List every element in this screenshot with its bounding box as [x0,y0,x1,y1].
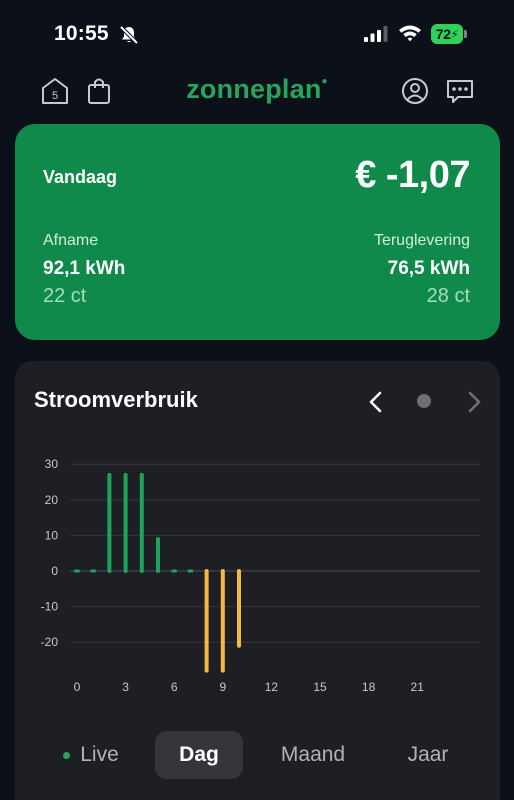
logo-dot-icon: ● [321,76,328,87]
summary-amount: € -1,07 [355,154,470,196]
y-tick-label: -10 [41,600,59,614]
consumption-value: 92,1 kWh [43,258,126,279]
tab-month-label: Maand [280,743,346,766]
app-logo: zonneplan● [0,74,514,105]
feedin-price: 28 ct [426,285,470,307]
bell-muted-icon [119,25,139,45]
x-tick-label: 9 [219,680,226,694]
y-tick-label: 20 [45,493,59,507]
usage-bar-chart: 30 20 10 0 -10 -20 0 3 6 9 12 15 18 21 [41,457,480,694]
profile-icon[interactable] [400,76,430,106]
x-tick-label: 21 [411,680,425,694]
status-time: 10:55 [54,22,109,45]
y-tick-label: 0 [51,564,58,578]
feedin-value: 76,5 kWh [387,258,470,279]
power-usage-card: Stroomverbruik 30 20 10 0 -10 -20 0 3 6 9 12 15 18 21… [15,361,500,800]
period-tabs: Live Dag Maand Jaar [15,731,500,779]
x-tick-label: 0 [74,680,81,694]
y-tick-label: 30 [45,457,59,471]
x-tick-label: 6 [171,680,178,694]
y-tick-label: -20 [41,635,59,649]
live-dot-icon [63,751,71,759]
tab-month[interactable]: Maand [263,731,363,779]
summary-title: Vandaag [43,167,118,187]
consumption-price: 22 ct [43,285,87,307]
battery-level: 72 [435,26,451,42]
status-bar: 10:55 72 ⚡ [0,0,514,66]
today-summary-card[interactable]: Vandaag € -1,07 Afname 92,1 kWh 22 ct Te… [15,124,500,340]
consumption-label: Afname [43,232,99,249]
x-tick-label: 18 [362,680,376,694]
tab-year-label: Jaar [407,743,449,766]
tab-year[interactable]: Jaar [385,731,471,779]
wifi-icon [399,25,421,42]
tab-live[interactable]: Live [53,731,129,779]
tab-day[interactable]: Dag [155,731,243,779]
charging-bolt-icon: ⚡ [450,28,459,41]
x-tick-label: 3 [122,680,129,694]
battery-indicator: 72 ⚡ [431,24,467,44]
x-tick-label: 12 [265,680,279,694]
cellular-signal-icon [364,26,388,42]
tab-day-label: Dag [179,743,219,766]
y-tick-label: 10 [45,528,59,542]
feedin-label: Teruglevering [373,232,470,249]
logo-text: zonneplan [186,74,322,104]
tab-live-label: Live [80,743,119,766]
chat-icon[interactable] [445,76,475,106]
x-tick-label: 15 [313,680,327,694]
